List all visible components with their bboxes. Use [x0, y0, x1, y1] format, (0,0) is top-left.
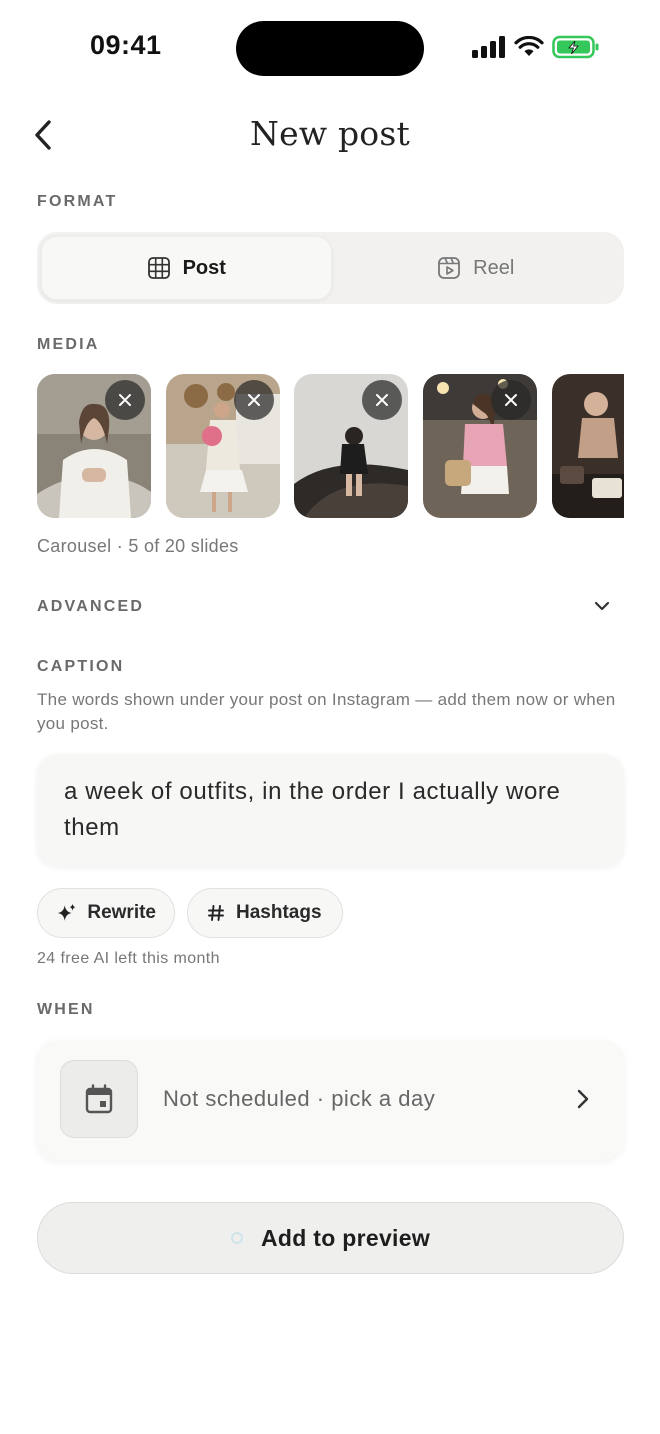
close-icon [505, 394, 517, 406]
format-option-reel[interactable]: Reel [332, 236, 621, 300]
rewrite-button[interactable]: Rewrite [37, 888, 175, 938]
caption-help-text: The words shown under your post on Insta… [37, 690, 616, 733]
remove-media-button[interactable] [105, 380, 145, 420]
status-icons [472, 35, 600, 59]
schedule-picker[interactable]: Not scheduled · pick a day [37, 1040, 624, 1160]
rewrite-label: Rewrite [87, 902, 156, 923]
format-option-label: Post [182, 256, 226, 279]
grid-icon [147, 257, 170, 279]
photo-thumbnail [552, 374, 624, 518]
schedule-value: Not scheduled · pick a day [163, 1086, 436, 1111]
loading-spinner-icon [230, 1232, 243, 1244]
media-thumbnail[interactable] [166, 374, 280, 518]
format-option-label: Reel [473, 256, 515, 279]
wifi-icon [514, 36, 544, 56]
hashtags-button[interactable]: Hashtags [187, 888, 343, 938]
status-time: 09:41 [90, 30, 162, 60]
add-to-preview-label: Add to preview [260, 1224, 431, 1251]
dynamic-island [236, 21, 424, 76]
reel-icon [438, 257, 461, 279]
media-strip[interactable] [37, 374, 624, 518]
close-icon [376, 394, 388, 406]
calendar-tile [60, 1060, 138, 1138]
caption-input[interactable]: a week of outfits, in the order I actual… [37, 754, 624, 866]
media-thumbnail[interactable] [37, 374, 151, 518]
add-to-preview-button[interactable]: Add to preview [37, 1202, 624, 1274]
hashtags-label: Hashtags [236, 902, 322, 923]
close-icon [248, 394, 260, 406]
sparkle-icon [57, 903, 76, 921]
chevron-right-icon [577, 1089, 589, 1109]
battery-icon [552, 35, 599, 59]
format-label: FORMAT [37, 193, 118, 210]
when-label: WHEN [37, 1001, 95, 1018]
remove-media-button[interactable] [491, 380, 531, 420]
format-segmented-control: Post Reel [37, 232, 624, 304]
media-thumbnail[interactable] [552, 374, 624, 518]
media-thumbnail[interactable] [423, 374, 537, 518]
calendar-icon [85, 1084, 113, 1114]
format-option-post[interactable]: Post [41, 236, 332, 300]
page-title: New post [250, 114, 410, 153]
close-icon [119, 394, 131, 406]
hash-icon [208, 905, 224, 921]
media-thumbnail[interactable] [294, 374, 408, 518]
remove-media-button[interactable] [234, 380, 274, 420]
media-count-text: Carousel · 5 of 20 slides [37, 536, 239, 556]
remove-media-button[interactable] [362, 380, 402, 420]
media-label: MEDIA [37, 336, 100, 353]
signal-icon [472, 36, 505, 58]
caption-label: CAPTION [37, 658, 125, 675]
advanced-toggle-label[interactable]: ADVANCED [37, 598, 144, 616]
ai-quota-text: 24 free AI left this month [37, 950, 220, 967]
chevron-down-icon[interactable] [592, 596, 612, 616]
